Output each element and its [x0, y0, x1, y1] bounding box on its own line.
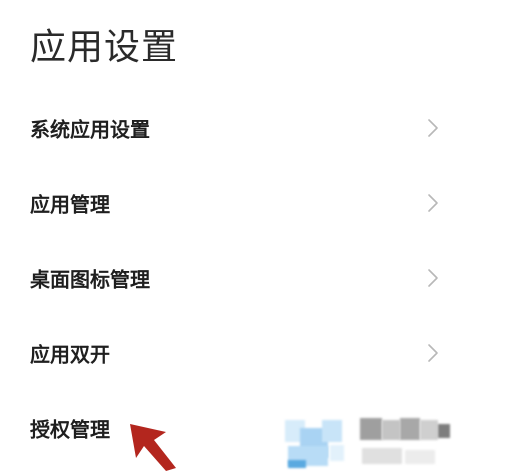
- pointer-arrow-icon: [130, 424, 176, 471]
- settings-item-label: 应用双开: [30, 342, 110, 366]
- settings-item-app-management[interactable]: 应用管理: [0, 165, 509, 240]
- settings-item-label: 系统应用设置: [30, 117, 150, 141]
- settings-item-dual-apps[interactable]: 应用双开: [0, 315, 509, 390]
- settings-item-label: 应用管理: [30, 192, 110, 216]
- chevron-right-icon: [428, 118, 438, 137]
- settings-item-desktop-icon-management[interactable]: 桌面图标管理: [0, 240, 509, 315]
- settings-item-label: 授权管理: [30, 417, 110, 441]
- settings-item-system-app-settings[interactable]: 系统应用设置: [0, 90, 509, 165]
- page-title: 应用设置: [30, 27, 179, 68]
- chevron-right-icon: [428, 268, 438, 287]
- chevron-right-icon: [428, 193, 438, 212]
- settings-item-label: 桌面图标管理: [30, 267, 150, 291]
- chevron-right-icon: [428, 343, 438, 362]
